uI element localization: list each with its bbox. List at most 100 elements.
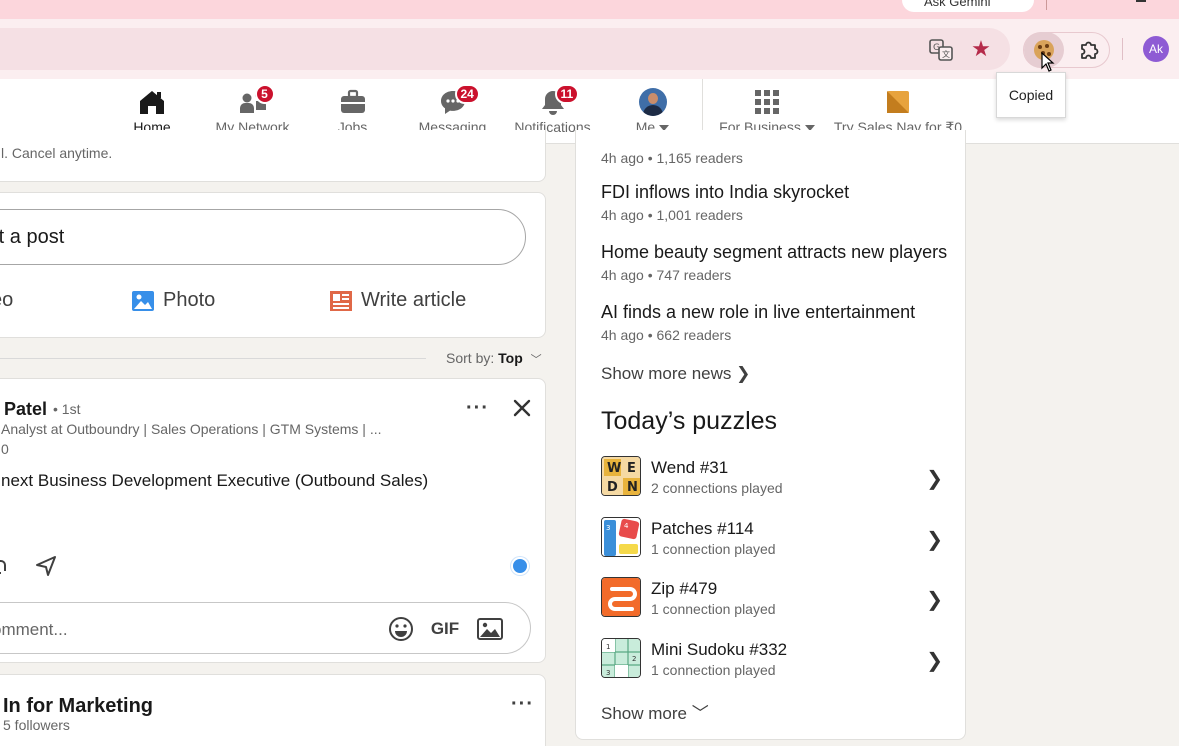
article-icon (330, 290, 352, 311)
chevron-down-icon: ﹀ (691, 704, 709, 723)
connection-degree: • 1st (53, 401, 81, 417)
news-item[interactable]: FDI inflows into India skyrocket 4h ago … (601, 182, 849, 223)
copied-tooltip: Copied (996, 72, 1066, 118)
news-meta: 4h ago • 747 readers (601, 267, 732, 283)
messaging-icon: 24 (439, 84, 480, 116)
sort-label: Sort by: (446, 350, 495, 366)
more-options-icon[interactable]: ··· (466, 397, 489, 420)
svg-text:2: 2 (632, 655, 636, 663)
close-icon[interactable] (511, 397, 533, 419)
puzzle-meta: 2 connections played (651, 480, 783, 496)
start-post-button[interactable]: rt a post (0, 209, 526, 265)
svg-text:文: 文 (942, 49, 950, 59)
comment-placeholder: omment... (0, 620, 68, 639)
network-badge: 5 (254, 84, 275, 104)
news-item[interactable]: AI finds a new role in live entertainmen… (601, 302, 915, 343)
gif-button[interactable]: GIF (430, 616, 460, 642)
video-label: eo (0, 289, 14, 311)
puzzle-wend[interactable]: WEDN Wend #31 2 connections played ❯ (601, 456, 943, 498)
profile-avatar[interactable]: Ak (1143, 36, 1169, 62)
puzzle-name: Wend (651, 458, 696, 477)
svg-text:D: D (607, 480, 618, 495)
translate-icon[interactable]: G文 (928, 39, 954, 61)
feed-post: Patel • 1st Analyst at Outboundry | Sale… (0, 378, 546, 663)
extensions-puzzle-icon[interactable] (1076, 36, 1104, 64)
news-item[interactable]: Home beauty segment attracts new players… (601, 242, 947, 283)
zip-icon (601, 577, 641, 617)
svg-text:3: 3 (606, 524, 610, 532)
svg-text:W: W (607, 461, 621, 476)
sudoku-icon: 1 2 3 (601, 638, 641, 678)
puzzle-meta: 1 connection played (651, 662, 776, 678)
minimize-icon[interactable] (1136, 0, 1146, 2)
share-box: rt a post eo Photo Write article (0, 192, 546, 338)
show-more-news-button[interactable]: Show more news ❯ (601, 364, 750, 384)
emoji-icon[interactable] (387, 616, 415, 642)
me-avatar (638, 88, 667, 116)
puzzle-number: #332 (749, 640, 788, 659)
notifications-badge: 11 (554, 84, 580, 104)
puzzle-number: #31 (699, 458, 729, 477)
strip-separator (1046, 0, 1047, 10)
network-icon: 5 (239, 84, 275, 116)
svg-text:4: 4 (624, 522, 629, 530)
puzzle-name: Zip (651, 579, 675, 598)
briefcase-icon (339, 88, 367, 116)
news-meta: 4h ago • 1,165 readers (601, 150, 743, 166)
puzzle-meta: 1 connection played (651, 601, 776, 617)
svg-text:3: 3 (606, 669, 610, 677)
page-followers: 5 followers (3, 717, 70, 733)
puzzles-title: Today’s puzzles (601, 407, 778, 435)
sort-divider (0, 358, 426, 359)
news-title: AI finds a new role in live entertainmen… (601, 302, 916, 322)
post-author-name[interactable]: Patel (4, 399, 47, 420)
page-post-card: In for Marketing 5 followers ··· (0, 674, 546, 746)
premium-card-text: l. Cancel anytime. (1, 145, 113, 161)
sales-nav-icon (884, 88, 912, 116)
patches-icon: 34 (601, 517, 641, 557)
puzzle-zip[interactable]: Zip #479 1 connection played ❯ (601, 577, 943, 619)
home-icon (138, 88, 166, 116)
write-article-button[interactable]: Write article (329, 289, 466, 312)
grid-apps-icon (753, 88, 781, 116)
chevron-right-icon: ❯ (926, 468, 943, 490)
chevron-right-icon: ❯ (926, 650, 943, 672)
puzzle-meta: 1 connection played (651, 541, 776, 557)
bookmark-star-icon[interactable]: ★ (970, 37, 992, 61)
puzzle-patches[interactable]: 34 Patches #114 1 connection played ❯ (601, 517, 943, 559)
photo-button[interactable]: Photo (131, 289, 215, 312)
comment-input[interactable]: omment... GIF (0, 602, 531, 654)
puzzle-number: #114 (717, 519, 754, 538)
repost-icon[interactable] (0, 555, 7, 579)
premium-card: l. Cancel anytime. (0, 130, 546, 182)
toolbar-separator (1122, 38, 1123, 60)
more-options-icon[interactable]: ··· (511, 693, 534, 716)
browser-toolbar (0, 19, 1179, 79)
svg-text:N: N (627, 480, 638, 495)
puzzle-name: Mini Sudoku (651, 640, 745, 659)
photo-label: Photo (163, 289, 216, 311)
sort-row: Sort by: Top ﹀ (0, 349, 546, 369)
news-item[interactable]: 4h ago • 1,165 readers (601, 146, 743, 166)
news-and-puzzles-card: 4h ago • 1,165 readers FDI inflows into … (575, 130, 966, 740)
show-more-label: Show more (601, 704, 687, 723)
puzzle-mini-sudoku[interactable]: 1 2 3 Mini Sudoku #332 1 connection played… (601, 638, 943, 680)
write-article-label: Write article (361, 289, 467, 311)
send-icon[interactable] (35, 555, 57, 577)
news-title: Home beauty segment attracts new players (601, 242, 948, 262)
svg-text:E: E (627, 461, 636, 476)
image-icon[interactable] (476, 616, 504, 642)
mouse-cursor-icon (1041, 52, 1055, 72)
like-reaction-icon[interactable] (511, 557, 529, 575)
video-button[interactable]: eo (0, 289, 13, 312)
address-bar[interactable] (0, 28, 1010, 70)
messaging-badge: 24 (454, 84, 480, 104)
photo-icon (132, 290, 154, 311)
post-body: next Business Development Executive (Out… (1, 471, 429, 490)
page-name[interactable]: In for Marketing (3, 695, 153, 718)
sort-dropdown[interactable]: Sort by: Top ﹀ (446, 350, 542, 367)
sort-value: Top (498, 350, 523, 366)
puzzle-number: #479 (679, 579, 718, 598)
show-more-puzzles-button[interactable]: Show more ﹀ (601, 699, 709, 724)
ask-gemini-button[interactable]: Ask Gemini (902, 0, 1034, 12)
